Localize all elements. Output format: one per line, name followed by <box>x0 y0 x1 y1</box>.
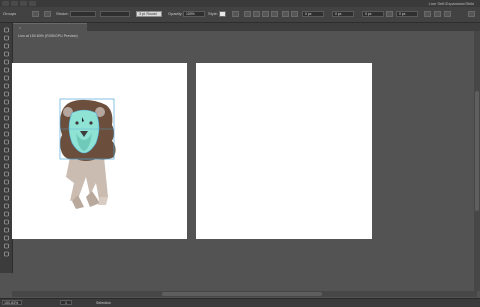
magic-wand-icon[interactable] <box>2 43 10 49</box>
pencil-icon[interactable] <box>2 107 10 113</box>
artboard-icon[interactable] <box>2 227 10 233</box>
align-right-icon[interactable] <box>262 11 269 17</box>
paintbrush-icon[interactable] <box>2 99 10 105</box>
artboard-navigator[interactable]: 1 <box>60 300 72 305</box>
shape-builder-icon[interactable] <box>2 163 10 169</box>
free-transform-icon[interactable] <box>2 155 10 161</box>
flip-icon[interactable] <box>434 11 441 17</box>
application-menubar: Lion Self-Expansion/Shiki <box>0 0 480 7</box>
width-field[interactable]: 0 px <box>362 11 384 17</box>
close-tab-icon[interactable]: × <box>14 26 22 30</box>
x-position-field[interactable]: 0 px <box>302 11 324 17</box>
horizontal-scroll-thumb[interactable] <box>162 292 322 296</box>
align-left-icon[interactable] <box>244 11 251 17</box>
align-center-icon[interactable] <box>253 11 260 17</box>
zoom-field[interactable]: 150.83% <box>2 300 22 305</box>
w-value: 0 px <box>365 12 372 16</box>
direct-selection-icon[interactable] <box>2 35 10 41</box>
document-tab[interactable]: × Lion at 150.83% (RGB/GPU Preview) <box>13 23 87 38</box>
eyedropper-icon[interactable] <box>2 195 10 201</box>
lion-artwork[interactable] <box>56 97 120 215</box>
opacity-field[interactable]: 100% <box>183 11 205 17</box>
opacity-value: 100% <box>186 12 195 16</box>
rotate-icon[interactable] <box>2 131 10 137</box>
blend-icon[interactable] <box>2 203 10 209</box>
stroke-swatch[interactable] <box>44 11 51 17</box>
mesh-icon[interactable] <box>2 179 10 185</box>
x-value: 0 px <box>305 12 312 16</box>
column-graph-icon[interactable] <box>2 219 10 225</box>
document-tab-title: Lion at 150.83% (RGB/GPU Preview) <box>18 34 78 38</box>
transform-panel-icon[interactable] <box>424 11 431 17</box>
symbol-sprayer-icon[interactable] <box>2 211 10 217</box>
reference-point-icon[interactable] <box>282 11 289 17</box>
lasso-icon[interactable] <box>2 51 10 57</box>
vertical-scrollbar[interactable] <box>474 31 480 291</box>
h-value: 0 px <box>399 12 406 16</box>
height-field[interactable]: 0 px <box>396 11 418 17</box>
slice-icon[interactable] <box>2 235 10 241</box>
constrain-proportions-icon[interactable] <box>386 11 393 17</box>
zoom-value: 150.83% <box>4 301 19 305</box>
zoom-icon[interactable] <box>2 251 10 257</box>
arrange-icon[interactable] <box>444 11 451 17</box>
app-logo-icon <box>2 1 9 6</box>
selection-type-label: Groups <box>3 11 17 16</box>
lion-right-eye <box>89 121 93 125</box>
recolor-artwork-icon[interactable] <box>232 11 239 17</box>
style-label: Style: <box>208 11 219 16</box>
type-icon[interactable] <box>2 75 10 81</box>
panel-menu-icon[interactable] <box>468 11 475 17</box>
artboard-number: 1 <box>65 301 67 305</box>
stock-icon[interactable] <box>20 1 27 6</box>
transform-icon[interactable] <box>271 11 278 17</box>
perspective-icon[interactable] <box>2 171 10 177</box>
stroke-label: Stroke: <box>56 11 69 16</box>
artboard-2[interactable] <box>196 63 372 239</box>
vertical-scroll-thumb[interactable] <box>475 91 479 211</box>
current-tool-name: Selection <box>96 301 111 305</box>
variable-width-profile[interactable] <box>100 11 130 17</box>
width-icon[interactable] <box>2 147 10 153</box>
bridge-icon[interactable] <box>11 1 18 6</box>
line-icon[interactable] <box>2 83 10 89</box>
rectangle-icon[interactable] <box>2 91 10 97</box>
shaper-icon[interactable] <box>2 115 10 121</box>
y-value: 0 px <box>335 12 342 16</box>
selection-icon[interactable] <box>2 27 10 33</box>
pen-icon[interactable] <box>2 59 10 65</box>
gradient-icon[interactable] <box>2 187 10 193</box>
horizontal-scrollbar[interactable] <box>12 291 477 297</box>
arrange-documents-icon[interactable] <box>29 1 36 6</box>
fill-swatch[interactable] <box>32 11 39 17</box>
curvature-icon[interactable] <box>2 67 10 73</box>
brush-definition-field[interactable]: 3 pt. Round <box>136 11 162 17</box>
scale-icon[interactable] <box>2 139 10 145</box>
isolate-group-icon[interactable] <box>291 11 298 17</box>
opacity-label: Opacity: <box>168 11 183 16</box>
stroke-weight-field[interactable] <box>70 11 96 17</box>
control-panel: Groups Stroke: 3 pt. Round Opacity: 100%… <box>0 7 480 23</box>
y-position-field[interactable]: 0 px <box>332 11 354 17</box>
lion-left-eye <box>75 121 79 125</box>
eraser-icon[interactable] <box>2 123 10 129</box>
graphic-style-swatch[interactable] <box>219 11 226 17</box>
hand-icon[interactable] <box>2 243 10 249</box>
workspace-switcher[interactable]: Lion Self-Expansion/Shiki <box>429 0 474 7</box>
stroke-profile-value: 3 pt. Round <box>139 12 157 16</box>
